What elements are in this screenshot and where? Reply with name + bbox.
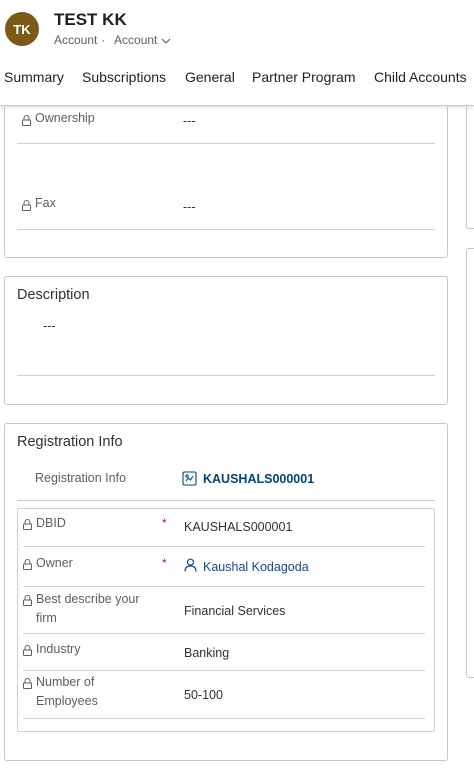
- side-panel-card: [466, 107, 474, 229]
- record-title: TEST KK: [54, 10, 127, 29]
- lock-icon: [23, 678, 32, 689]
- divider: [23, 670, 425, 671]
- registration-title: Registration Info: [17, 434, 123, 450]
- form-content: Ownership --- Fax --- Description --- Re…: [0, 107, 474, 782]
- divider: [23, 586, 425, 587]
- employees-label: Number of Employees: [36, 675, 98, 708]
- description-section: Description ---: [4, 276, 448, 405]
- divider: [17, 375, 435, 376]
- record-subtitle: Account · Account: [54, 33, 171, 47]
- lock-icon: [23, 645, 32, 656]
- registration-lookup-label: Registration Info: [35, 471, 127, 485]
- owner-link[interactable]: Kaushal Kodagoda: [203, 560, 309, 574]
- tab-bar: Summary Subscriptions General Partner Pr…: [0, 60, 474, 106]
- divider: [17, 500, 435, 501]
- industry-value[interactable]: Banking: [184, 646, 229, 660]
- dbid-value[interactable]: KAUSHALS000001: [184, 520, 292, 534]
- industry-label: Industry: [36, 642, 81, 656]
- required-indicator: *: [162, 556, 167, 570]
- employees-value[interactable]: 50-100: [184, 688, 223, 702]
- lock-icon: [22, 200, 31, 211]
- ownership-value[interactable]: ---: [183, 114, 196, 128]
- form-selector[interactable]: Account: [114, 33, 171, 47]
- owner-label: Owner: [36, 556, 73, 570]
- divider: [17, 143, 435, 144]
- firm-type-value[interactable]: Financial Services: [184, 604, 285, 618]
- fax-value[interactable]: ---: [183, 200, 196, 214]
- registration-section: Registration Info Registration Info KAUS…: [4, 423, 448, 761]
- fax-label: Fax: [35, 196, 56, 210]
- tab-child-accounts[interactable]: Child Accounts: [374, 69, 467, 85]
- tab-subscriptions[interactable]: Subscriptions: [82, 69, 166, 85]
- record-header: TK TEST KK Account · Account: [0, 0, 474, 60]
- dbid-label: DBID: [36, 516, 66, 530]
- chevron-down-icon: [162, 38, 171, 44]
- tab-summary[interactable]: Summary: [4, 69, 64, 85]
- description-value[interactable]: ---: [43, 319, 56, 333]
- lock-icon: [23, 595, 32, 606]
- firm-type-label: Best describe your firm: [36, 592, 140, 625]
- registration-lookup-link[interactable]: KAUSHALS000001: [203, 472, 314, 486]
- separator-dot: ·: [101, 33, 106, 47]
- divider: [23, 718, 425, 719]
- tab-partner-program[interactable]: Partner Program: [252, 69, 355, 85]
- person-icon: [184, 558, 197, 572]
- lock-icon: [23, 559, 32, 570]
- details-section: Ownership --- Fax ---: [4, 107, 448, 258]
- entity-name: Account: [54, 33, 98, 47]
- required-indicator: *: [162, 516, 167, 530]
- form-name: Account: [114, 33, 158, 47]
- description-title: Description: [17, 287, 90, 303]
- record-icon: [182, 471, 197, 486]
- divider: [23, 546, 425, 547]
- side-panel-card: [466, 248, 474, 678]
- lock-icon: [23, 519, 32, 530]
- divider: [23, 633, 425, 634]
- divider: [17, 229, 435, 230]
- avatar: TK: [5, 12, 39, 46]
- tab-general[interactable]: General: [185, 69, 235, 85]
- ownership-label: Ownership: [35, 111, 95, 125]
- lock-icon: [22, 115, 31, 126]
- registration-quick-view: DBID * KAUSHALS000001 Owner * Kaushal Ko…: [17, 508, 435, 732]
